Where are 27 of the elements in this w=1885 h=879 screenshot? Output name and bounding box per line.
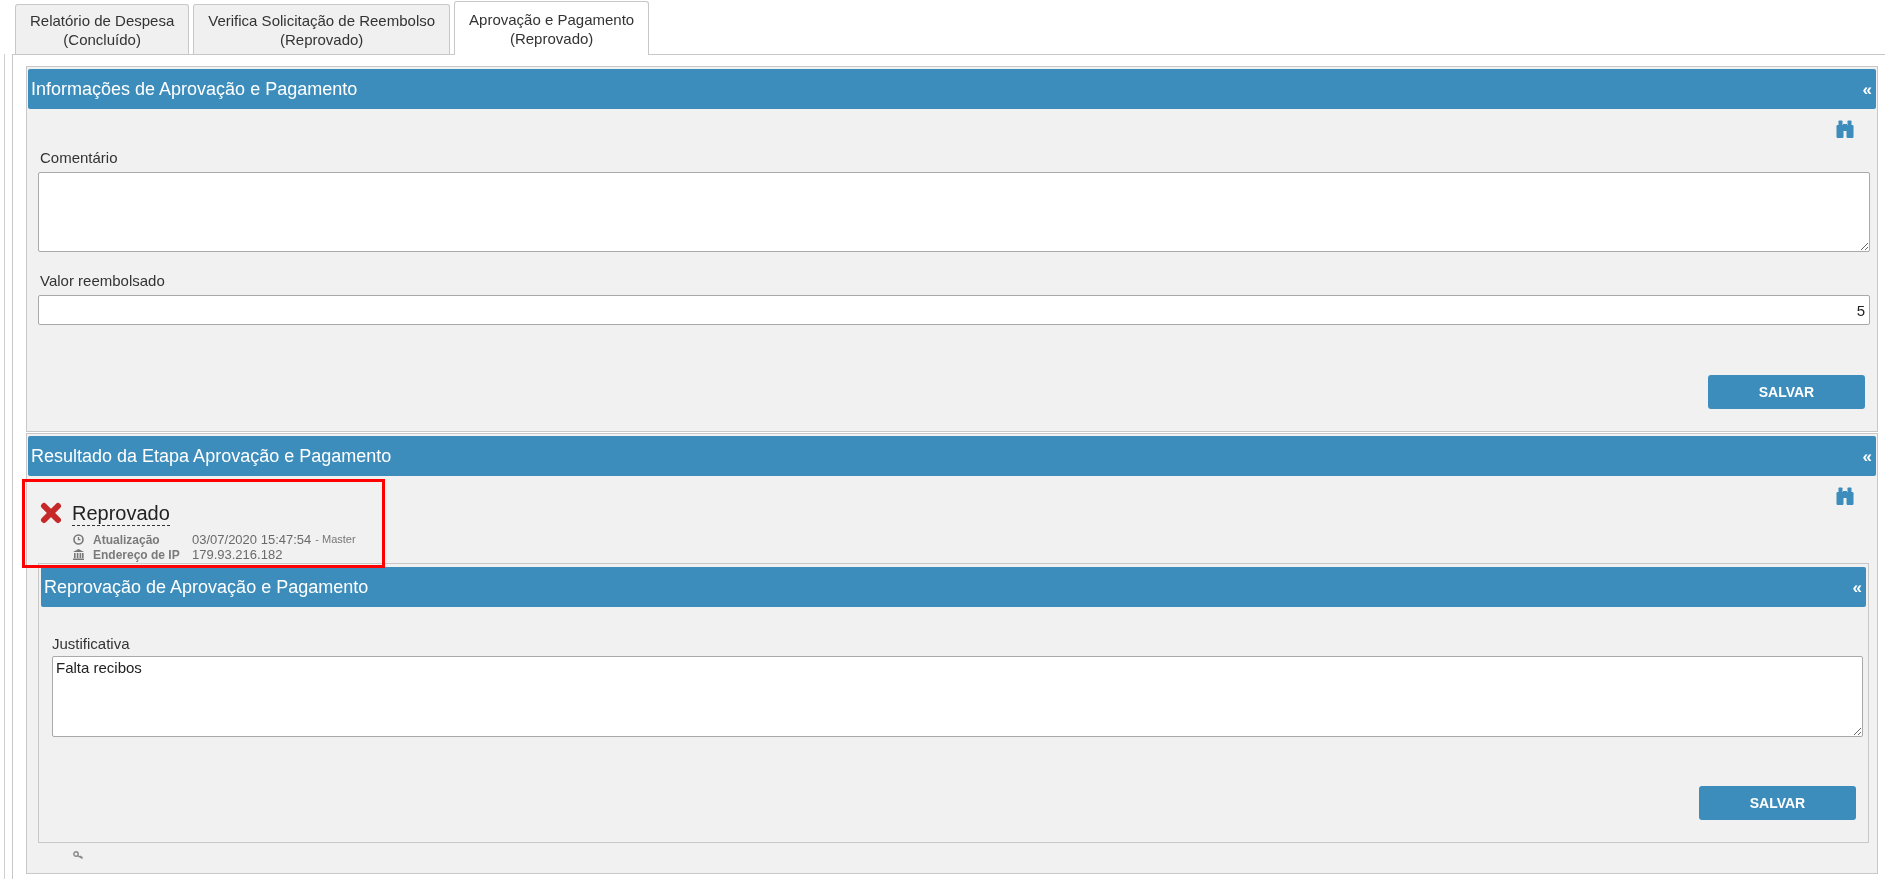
binoculars-icon[interactable] <box>1836 120 1854 138</box>
collapse-button[interactable]: « <box>1852 578 1862 596</box>
text-area-field[interactable]: Falta recibos <box>52 656 1863 737</box>
bank-icon <box>73 549 84 560</box>
field-label: Valor reembolsado <box>39 272 166 290</box>
section-title: Informações de Aprovação e Pagamento <box>31 78 358 100</box>
detail-label: Atualização <box>93 531 161 549</box>
key-icon[interactable] <box>73 851 84 859</box>
collapse-button[interactable]: « <box>1862 80 1872 98</box>
text-area-field[interactable] <box>38 172 1870 252</box>
cross-icon <box>40 502 62 524</box>
tab[interactable]: Relatório de Despesa (Concluído) <box>15 4 190 54</box>
field-label: Comentário <box>39 149 119 167</box>
clock-icon <box>73 534 84 545</box>
detail-label: Endereço de IP <box>93 547 181 564</box>
detail-note: - Master <box>315 532 356 548</box>
text-input-field[interactable]: 5 <box>38 295 1870 325</box>
binoculars-icon[interactable] <box>1836 487 1854 505</box>
section-title: Resultado da Etapa Aprovação e Pagamento <box>31 445 392 467</box>
collapse-button[interactable]: « <box>1862 447 1872 465</box>
section-title: Reprovação de Aprovação e Pagamento <box>44 576 369 598</box>
tab[interactable]: Aprovação e Pagamento (Reprovado) <box>454 1 650 55</box>
tab[interactable]: Verifica Solicitação de Reembolso (Reprovado) <box>193 4 451 54</box>
field-label: Justificativa <box>52 635 131 653</box>
save-button[interactable]: SALVAR <box>1699 786 1856 820</box>
save-button[interactable]: SALVAR <box>1708 375 1865 409</box>
status-label: Reprovado <box>72 500 170 526</box>
